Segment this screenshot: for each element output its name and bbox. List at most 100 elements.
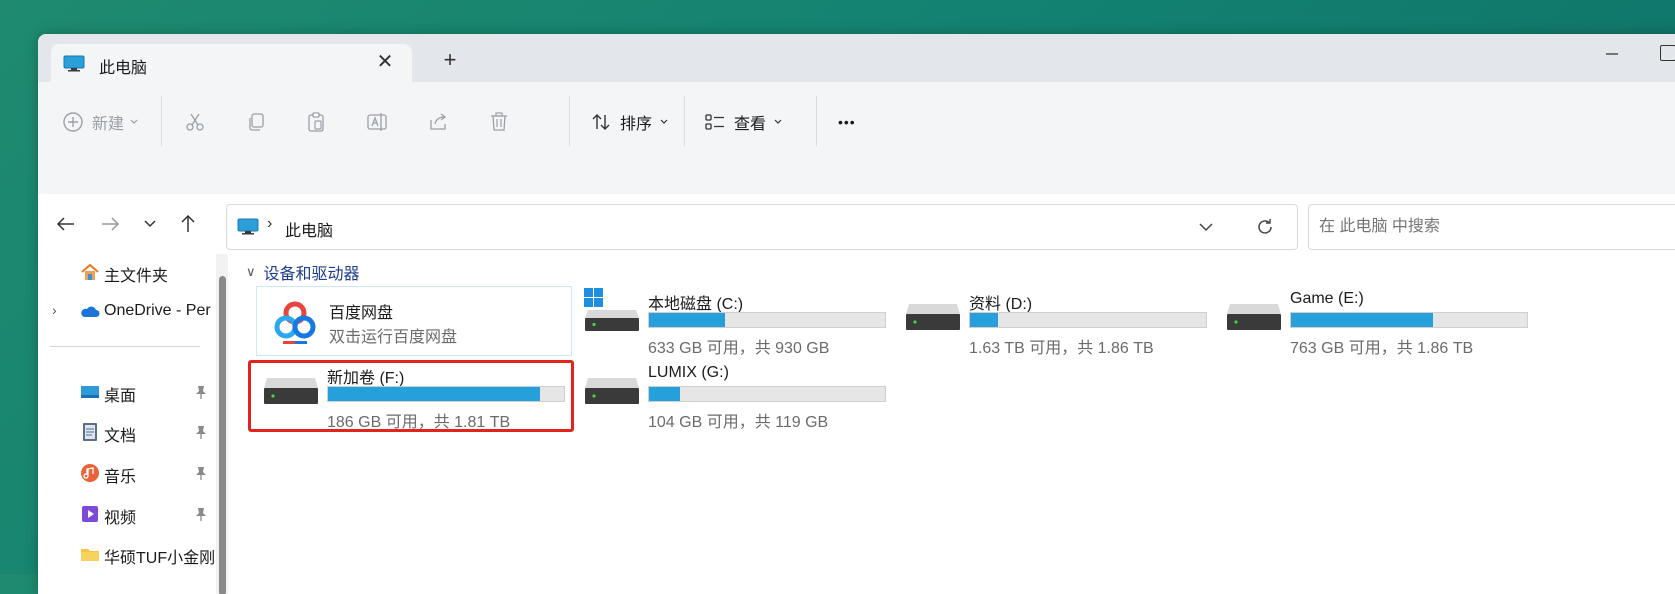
sidebar-item-label: 华硕TUF小金刚: [104, 550, 216, 567]
scissors-icon: [186, 113, 204, 131]
copy-button[interactable]: [245, 102, 267, 142]
highlight-box: [248, 360, 574, 432]
sidebar-item-label: OneDrive - Per: [104, 302, 211, 319]
drive-capacity: 104 GB 可用，共 119 GB: [648, 414, 829, 431]
search-box[interactable]: [1308, 204, 1675, 250]
drive-usage-fill: [970, 313, 999, 327]
close-tab-icon[interactable]: ✕: [373, 50, 397, 74]
breadcrumb-this-pc[interactable]: 此电脑: [285, 217, 333, 241]
app-subtitle: 双击运行百度网盘: [329, 329, 458, 346]
copy-icon: [249, 113, 264, 131]
sidebar-item-onedrive[interactable]: › OneDrive - Per: [38, 296, 228, 328]
cut-button[interactable]: [184, 102, 206, 142]
drive-g[interactable]: LUMIX (G:) 104 GB 可用，共 119 GB: [584, 362, 904, 431]
refresh-icon[interactable]: [1255, 217, 1275, 237]
drive-c[interactable]: 本地磁盘 (C:) 633 GB 可用，共 930 GB: [584, 288, 904, 357]
new-button[interactable]: 新建: [62, 102, 140, 142]
drive-name: 本地磁盘 (C:): [648, 296, 744, 313]
pin-icon[interactable]: [194, 424, 208, 440]
view-list-icon: [705, 114, 724, 130]
drive-e[interactable]: Game (E:) 763 GB 可用，共 1.86 TB: [1226, 288, 1546, 357]
sidebar-item-music[interactable]: 音乐: [38, 457, 228, 489]
navigation-pane: 主文件夹 › OneDrive - Per 桌面 文档 音乐 视频 华硕TUF小…: [38, 254, 228, 594]
sidebar-item-label: 音乐: [104, 469, 137, 486]
paste-button[interactable]: [305, 102, 327, 142]
new-tab-button[interactable]: +: [438, 48, 462, 72]
drive-usage-bar: [648, 312, 886, 328]
plus-circle-icon: [63, 112, 83, 132]
view-button[interactable]: 查看: [704, 102, 784, 142]
tab-bar: 此电脑 ✕ +: [38, 34, 1675, 82]
sidebar-item-desktop[interactable]: 桌面: [38, 376, 228, 408]
toolbar-divider: [161, 96, 162, 146]
drive-usage-fill: [649, 313, 725, 327]
toolbar-divider: [816, 96, 817, 146]
pin-icon[interactable]: [194, 384, 208, 400]
sidebar-scrollbar[interactable]: [216, 254, 228, 594]
rename-button[interactable]: [366, 102, 388, 142]
chevron-down-icon: [130, 119, 138, 124]
computer-icon: [63, 55, 85, 72]
drive-usage-bar: [648, 386, 886, 402]
hard-drive-icon: [1227, 304, 1281, 330]
music-icon: [81, 464, 99, 482]
share-button[interactable]: [427, 102, 449, 142]
group-header-devices[interactable]: ∨ 设备和驱动器: [246, 260, 360, 284]
pin-icon[interactable]: [194, 465, 208, 481]
more-options-button[interactable]: •••: [838, 102, 856, 142]
drive-usage-fill: [649, 387, 680, 401]
computer-icon: [237, 218, 259, 235]
sidebar-item-documents[interactable]: 文档: [38, 416, 228, 448]
tab-this-pc[interactable]: 此电脑 ✕: [51, 44, 412, 82]
sidebar-item-label: 文档: [104, 428, 137, 445]
drive-d[interactable]: 资料 (D:) 1.63 TB 可用，共 1.86 TB: [905, 288, 1225, 357]
drive-capacity: 633 GB 可用，共 930 GB: [648, 340, 830, 357]
sidebar-item-videos[interactable]: 视频: [38, 498, 228, 530]
sort-button[interactable]: 排序: [590, 102, 670, 142]
minimize-icon[interactable]: [1598, 44, 1628, 64]
sidebar-item-folder[interactable]: 华硕TUF小金刚: [38, 538, 228, 570]
sort-label: 排序: [620, 116, 653, 133]
share-icon: [430, 113, 447, 130]
more-icon: •••: [838, 114, 856, 130]
sort-icon: [592, 114, 610, 130]
group-title: 设备和驱动器: [263, 266, 360, 283]
address-bar[interactable]: › 此电脑: [226, 204, 1298, 250]
content-pane: ∨ 设备和驱动器 百度网盘 双击运行百度网盘 本地磁盘 (C:) 633 GB …: [230, 254, 1675, 594]
pin-icon[interactable]: [194, 506, 208, 522]
video-icon: [82, 506, 98, 522]
sidebar-item-label: 主文件夹: [104, 268, 169, 285]
chevron-down-icon[interactable]: ∨: [246, 264, 256, 280]
folder-icon: [81, 549, 99, 561]
drive-usage-bar: [969, 312, 1207, 328]
app-name: 百度网盘: [329, 305, 394, 322]
recent-locations-chevron-icon[interactable]: [136, 210, 164, 238]
clipboard-icon: [308, 112, 324, 132]
drive-usage-fill: [1291, 313, 1433, 327]
windows-drive-icon: [584, 288, 639, 331]
file-explorer-window: 此电脑 ✕ + 新建 排序 查看 ••• › 此电脑 在 此电脑 中搜索 主文件…: [38, 34, 1675, 594]
chevron-down-icon[interactable]: [1197, 218, 1215, 236]
toolbar-divider: [569, 96, 570, 146]
tab-title: 此电脑: [99, 60, 148, 77]
scrollbar-thumb[interactable]: [219, 276, 226, 594]
maximize-icon[interactable]: [1660, 45, 1675, 61]
command-bar: 新建 排序 查看 •••: [38, 82, 1675, 195]
forward-arrow-icon[interactable]: [96, 210, 124, 238]
sidebar-item-label: 桌面: [104, 388, 137, 405]
baidu-netdisk-tile[interactable]: 百度网盘 双击运行百度网盘: [256, 286, 572, 356]
back-arrow-icon[interactable]: [52, 210, 80, 238]
drive-usage-bar: [1290, 312, 1528, 328]
view-label: 查看: [734, 116, 767, 133]
sidebar-item-home[interactable]: 主文件夹: [38, 256, 228, 288]
delete-button[interactable]: [488, 102, 510, 142]
navigation-bar: › 此电脑: [38, 194, 1675, 254]
breadcrumb-separator[interactable]: ›: [267, 215, 272, 233]
drive-name: LUMIX (G:): [648, 364, 729, 381]
new-label: 新建: [92, 116, 125, 133]
up-arrow-icon[interactable]: [174, 210, 202, 238]
chevron-right-icon[interactable]: ›: [52, 302, 57, 318]
drive-capacity: 763 GB 可用，共 1.86 TB: [1290, 340, 1474, 357]
documents-icon: [83, 423, 97, 441]
search-input[interactable]: [1317, 217, 1675, 237]
